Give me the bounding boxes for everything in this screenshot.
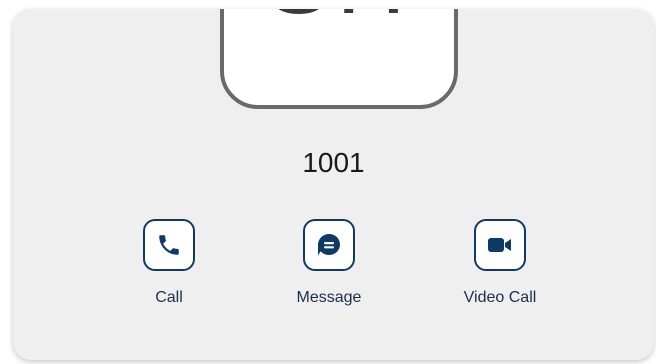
contact-card: SH 1001 Call Message [13, 9, 654, 360]
contact-name: 1001 [302, 147, 365, 178]
avatar-initials: SH [224, 9, 454, 29]
message-action[interactable]: Message [269, 219, 389, 308]
video-camera-icon [486, 234, 514, 256]
call-action[interactable]: Call [109, 219, 229, 308]
contact-avatar: SH [220, 9, 458, 109]
video-call-button[interactable] [474, 219, 526, 271]
phone-icon [156, 232, 182, 258]
message-button[interactable] [303, 219, 355, 271]
call-label: Call [155, 289, 183, 306]
video-call-action[interactable]: Video Call [440, 219, 560, 308]
call-button[interactable] [143, 219, 195, 271]
message-label: Message [296, 289, 362, 306]
message-bubble-icon [315, 231, 343, 259]
video-call-label: Video Call [463, 289, 537, 306]
